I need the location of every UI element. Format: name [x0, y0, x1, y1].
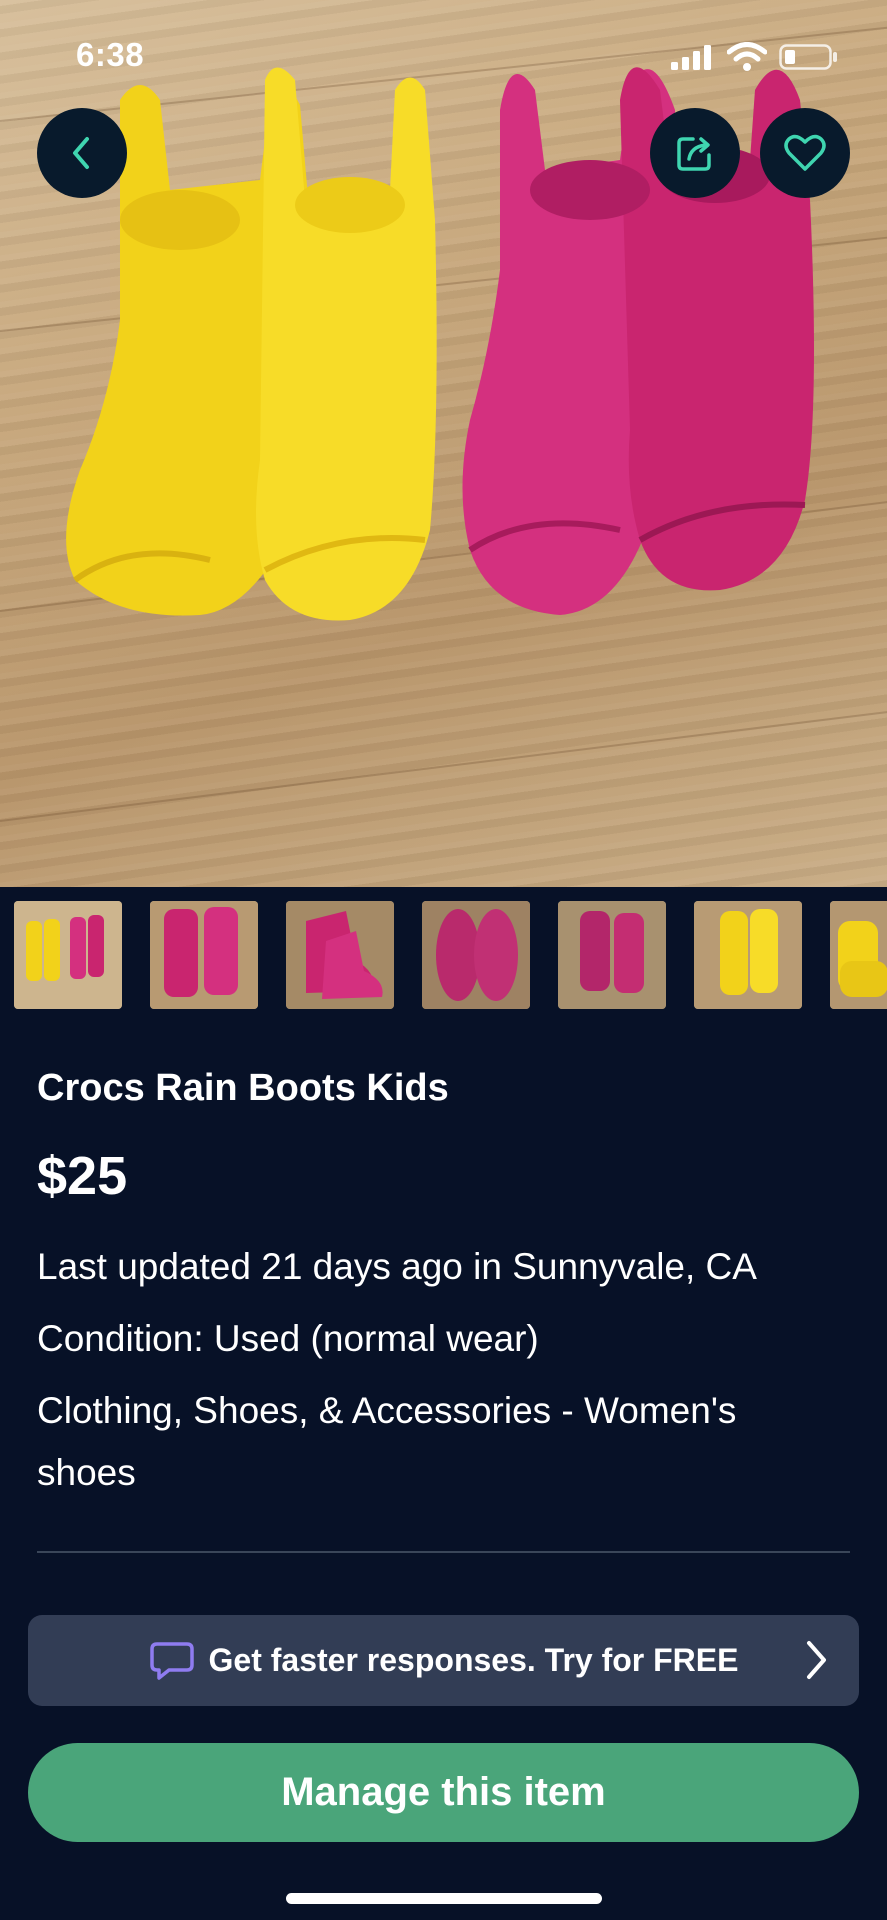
thumbnail-image [286, 901, 394, 1009]
heart-icon [784, 134, 826, 171]
status-bar: 6:38 [0, 0, 887, 110]
manage-item-button[interactable]: Manage this item [28, 1743, 859, 1842]
listing-category-line-1: Clothing, Shoes, & Accessories - Women's [37, 1390, 737, 1431]
share-icon [677, 137, 711, 171]
thumbnail[interactable] [422, 901, 530, 1009]
thumbnail[interactable] [286, 901, 394, 1009]
status-time: 6:38 [76, 36, 145, 73]
wifi-icon [727, 42, 767, 71]
thumbnail-image [830, 901, 887, 1009]
thumbnail[interactable] [14, 901, 122, 1009]
thumbnail-image [694, 901, 802, 1009]
chat-bubble-icon [149, 1641, 194, 1680]
divider [37, 1551, 850, 1553]
thumbnail[interactable] [150, 901, 258, 1009]
share-button[interactable] [650, 108, 740, 198]
chevron-left-icon [73, 137, 89, 169]
battery-icon [779, 44, 837, 70]
thumbnail-image [422, 901, 530, 1009]
chevron-right-icon [807, 1641, 826, 1679]
promo-banner[interactable]: Get faster responses. Try for FREE [28, 1615, 859, 1706]
thumbnail-image [150, 901, 258, 1009]
listing-updated: Last updated 21 days ago in Sunnyvale, C… [37, 1246, 757, 1287]
thumbnail[interactable] [694, 901, 802, 1009]
thumbnail[interactable] [830, 901, 887, 1009]
listing-condition: Condition: Used (normal wear) [37, 1318, 539, 1359]
back-button[interactable] [37, 108, 127, 198]
status-icons [671, 42, 841, 72]
thumbnail-image [14, 901, 122, 1009]
listing-title: Crocs Rain Boots Kids [37, 1067, 449, 1109]
listing-category-line-2: shoes [37, 1452, 136, 1493]
promo-text: Get faster responses. Try for FREE [208, 1642, 739, 1678]
listing-price: $25 [37, 1146, 128, 1206]
thumbnail-image [558, 901, 666, 1009]
listing-category: Clothing, Shoes, & Accessories - Women's… [37, 1380, 857, 1504]
signal-icon [671, 45, 711, 70]
thumbnail-strip[interactable] [0, 887, 887, 1027]
favorite-button[interactable] [760, 108, 850, 198]
product-photo[interactable]: 6:38 [0, 0, 887, 887]
thumbnail[interactable] [558, 901, 666, 1009]
home-indicator [286, 1893, 602, 1904]
